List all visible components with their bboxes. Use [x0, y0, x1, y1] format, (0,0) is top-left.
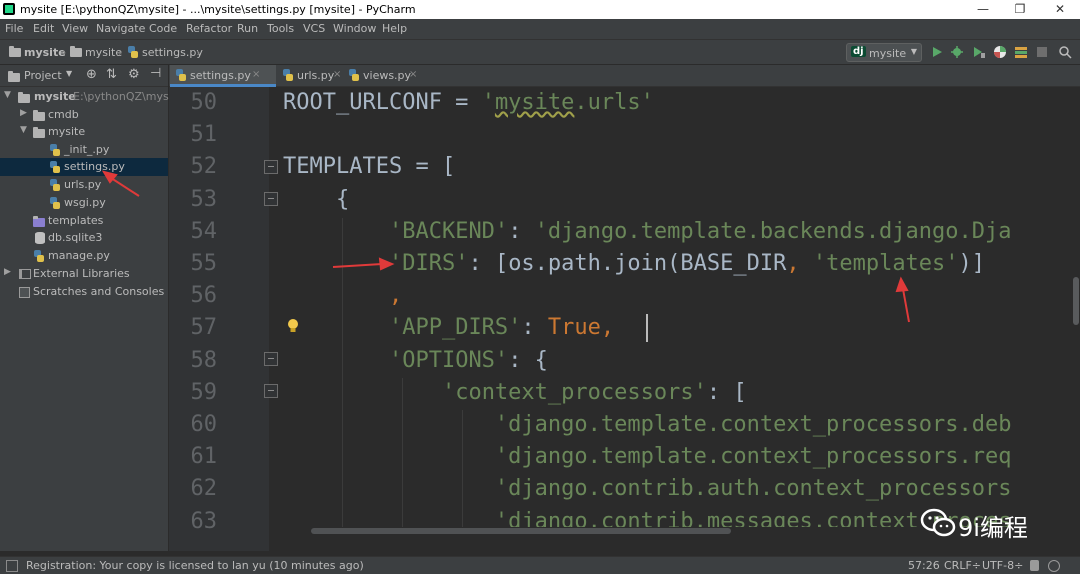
watermark-text: 9i编程 — [958, 514, 1028, 542]
toggle-tool-windows-icon[interactable] — [6, 560, 18, 572]
annotation-arrows — [101, 170, 910, 323]
caret-position[interactable]: 57:26 — [908, 559, 940, 572]
line-separator[interactable]: CRLF÷ — [944, 559, 981, 572]
annotation-arrow-settings — [101, 170, 140, 197]
watermark: 9i编程 — [920, 506, 1070, 542]
status-message[interactable]: Registration: Your copy is licensed to l… — [26, 559, 364, 572]
inspector-icon[interactable] — [1048, 560, 1060, 572]
file-encoding[interactable]: UTF-8÷ — [982, 559, 1023, 572]
lock-icon[interactable] — [1030, 560, 1039, 571]
annotation-arrow-dirs — [332, 257, 395, 271]
annotation-arrow-templates — [895, 276, 910, 323]
status-bar: Registration: Your copy is licensed to l… — [0, 556, 1080, 574]
wechat-icon — [920, 508, 956, 537]
